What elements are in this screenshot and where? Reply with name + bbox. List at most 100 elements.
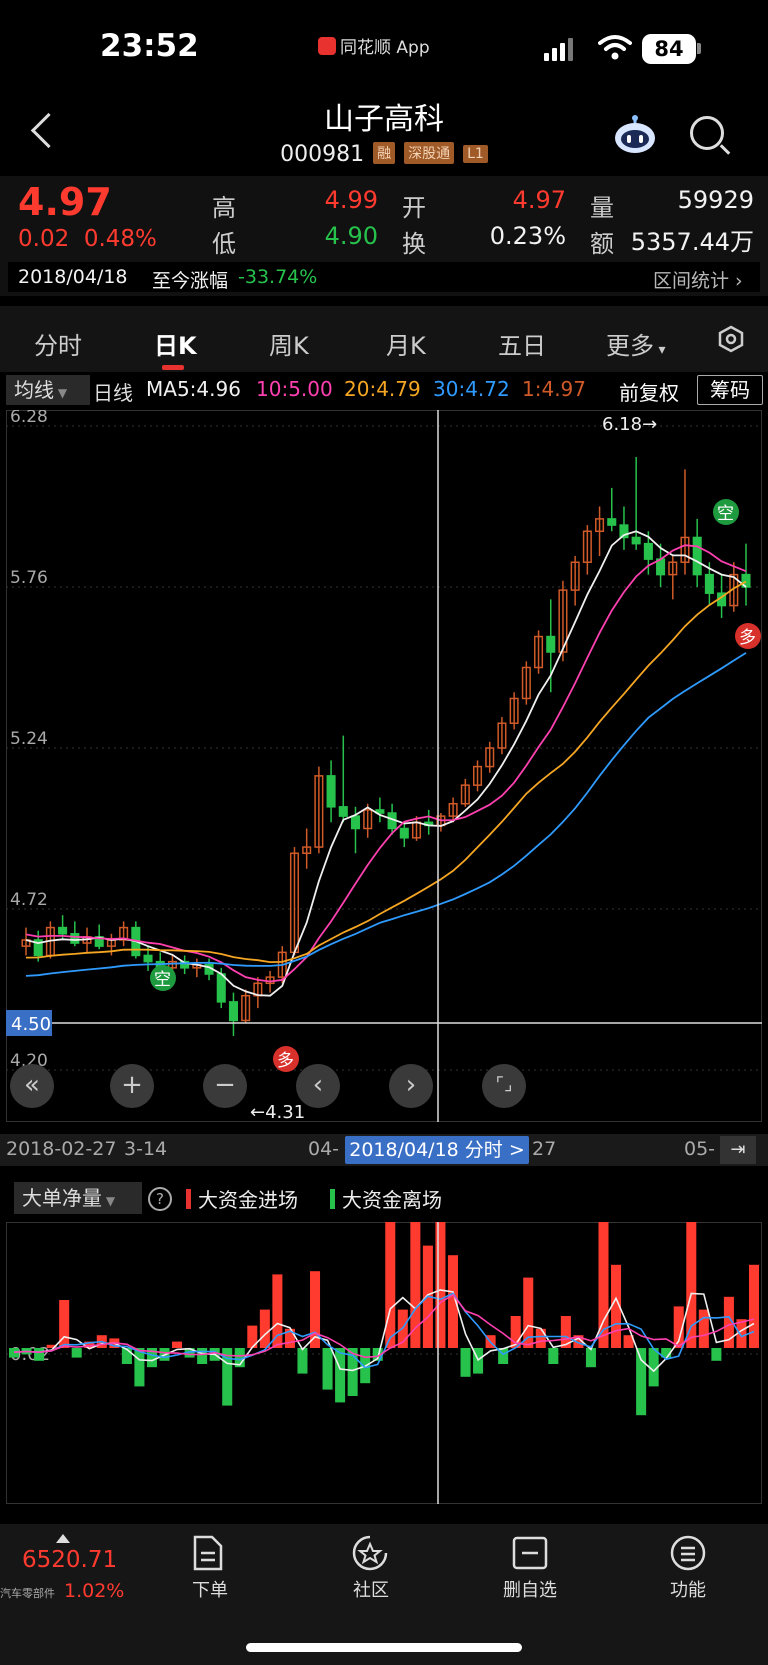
jump-to-latest-icon[interactable]: ⇥	[720, 1136, 756, 1164]
ytd-label: 至今涨幅	[152, 270, 229, 292]
community-icon[interactable]	[351, 1534, 389, 1572]
time-axis-label-may: 05-	[684, 1138, 716, 1160]
selected-date-intraday-link[interactable]: 2018/04/18 分时 >	[345, 1136, 529, 1164]
min-price-marker: ←4.31	[250, 1102, 305, 1122]
time-axis-label-apr: 04-	[308, 1138, 340, 1160]
tab-daily-k[interactable]: 日K	[154, 326, 197, 361]
candle-body	[643, 542, 653, 560]
connect-tag: 深股通	[404, 142, 455, 164]
quote-date: 2018/04/18	[18, 266, 128, 288]
candle-body	[326, 775, 336, 808]
short-signal-label-2: 空	[717, 504, 734, 524]
scroll-to-start-button[interactable]: «	[10, 1064, 54, 1108]
ma30-value: 30:4.72	[433, 377, 510, 401]
open-value: 4.97	[512, 186, 566, 214]
indicator-bar	[34, 1348, 45, 1361]
ma20-value: 20:4.79	[344, 377, 421, 401]
fullscreen-button[interactable]: ⌜⌟	[482, 1064, 526, 1108]
amount-label: 额	[590, 230, 614, 258]
ma5-value: MA5:4.96	[146, 377, 241, 401]
y-axis-label: 5.76	[10, 568, 48, 588]
remove-watchlist-icon[interactable]	[512, 1536, 548, 1570]
candle-body	[70, 933, 80, 944]
caret-down-icon: ▼	[54, 386, 68, 400]
indicator-selector[interactable]: 大单净量 ▼	[14, 1182, 142, 1214]
last-price: 4.97	[18, 180, 112, 224]
candle-body	[546, 635, 556, 653]
up-triangle-icon	[56, 1534, 70, 1543]
move-right-button[interactable]: ›	[389, 1064, 433, 1108]
volume-label: 量	[590, 194, 614, 222]
ma1-value: 1:4.97	[522, 377, 586, 401]
indicator-bar	[385, 1222, 396, 1348]
time-axis-label-start: 2018-02-27	[6, 1138, 117, 1160]
date-summary-row: 2018/04/18 至今涨幅 -33.74% 区间统计 ›	[8, 262, 760, 292]
tab-more[interactable]: 更多 ▾	[606, 326, 665, 361]
caret-down-icon: ▾	[654, 342, 666, 358]
y-axis-label: 6.28	[10, 410, 48, 427]
low-label: 低	[212, 230, 236, 258]
indicator-bar	[172, 1341, 183, 1348]
amount-value: 5357.44万	[630, 228, 754, 256]
help-icon[interactable]: ?	[148, 1187, 172, 1211]
settings-hexagon-icon[interactable]	[717, 325, 745, 353]
indicator-bar	[535, 1328, 546, 1348]
ytd-value: -33.74%	[238, 266, 318, 288]
indicator-bar	[297, 1348, 308, 1374]
indicator-bar	[698, 1309, 709, 1348]
adjust-toggle[interactable]: 前复权	[619, 377, 679, 406]
turnover-label: 换	[402, 230, 426, 258]
high-label: 高	[212, 194, 236, 222]
battery-icon: 84	[642, 34, 696, 64]
candle-body	[338, 806, 348, 817]
long-signal-label: 多	[277, 1051, 294, 1071]
indicator-bar	[134, 1348, 145, 1387]
candle-body	[704, 573, 714, 594]
wifi-icon	[598, 35, 632, 60]
search-icon[interactable]	[690, 116, 724, 150]
indicator-bar	[460, 1348, 471, 1377]
low-value: 4.90	[324, 222, 378, 250]
sector-index-value[interactable]: 6520.71	[22, 1547, 117, 1573]
candle-body	[216, 973, 226, 1003]
indicator-bar	[335, 1348, 346, 1403]
zoom-in-button[interactable]: +	[110, 1064, 154, 1108]
indicator-bar	[585, 1348, 596, 1368]
candle-body	[143, 954, 153, 963]
assistant-robot-icon[interactable]	[612, 114, 658, 154]
indicator-bar	[272, 1274, 283, 1348]
cellular-signal-icon	[544, 38, 573, 61]
chip-distribution-button[interactable]: 筹码	[697, 375, 763, 405]
high-value: 4.99	[324, 186, 378, 214]
level-tag: L1	[463, 145, 488, 163]
time-axis-label-27: 27	[532, 1138, 557, 1160]
long-signal-label-2: 多	[739, 628, 756, 648]
community-label[interactable]: 社区	[331, 1576, 411, 1602]
candle-body	[228, 1001, 238, 1022]
battery-cap	[697, 43, 701, 54]
tab-monthly-k[interactable]: 月K	[386, 326, 426, 361]
tab-intraday[interactable]: 分时	[34, 326, 82, 361]
range-stats-link[interactable]: 区间统计 ›	[653, 266, 743, 293]
status-time: 23:52	[100, 28, 199, 64]
open-label: 开	[402, 194, 426, 222]
functions-label[interactable]: 功能	[648, 1576, 728, 1602]
short-signal-label: 空	[154, 970, 171, 990]
remove-watchlist-label[interactable]: 删自选	[490, 1576, 570, 1602]
ma-selector[interactable]: 均线 ▼	[6, 375, 90, 405]
big-order-net-chart[interactable]: 0.02	[6, 1222, 762, 1504]
order-label[interactable]: 下单	[170, 1576, 250, 1602]
functions-icon[interactable]	[670, 1535, 706, 1571]
indicator-bar	[435, 1222, 446, 1348]
outflow-legend-label: 大资金离场	[342, 1188, 442, 1212]
inflow-legend-swatch	[186, 1189, 191, 1209]
move-left-button[interactable]: ‹	[296, 1064, 340, 1108]
sector-name: 汽车零部件	[0, 1587, 55, 1600]
candle-body	[399, 827, 409, 839]
tab-weekly-k[interactable]: 周K	[269, 326, 309, 361]
candlestick-chart[interactable]: 6.285.765.244.724.20 4.50 6.18→ ←4.31 空 …	[6, 410, 762, 1122]
order-icon[interactable]	[192, 1535, 224, 1571]
zoom-out-button[interactable]: −	[203, 1064, 247, 1108]
indicator-bar	[322, 1348, 333, 1390]
tab-five-day[interactable]: 五日	[498, 326, 546, 361]
